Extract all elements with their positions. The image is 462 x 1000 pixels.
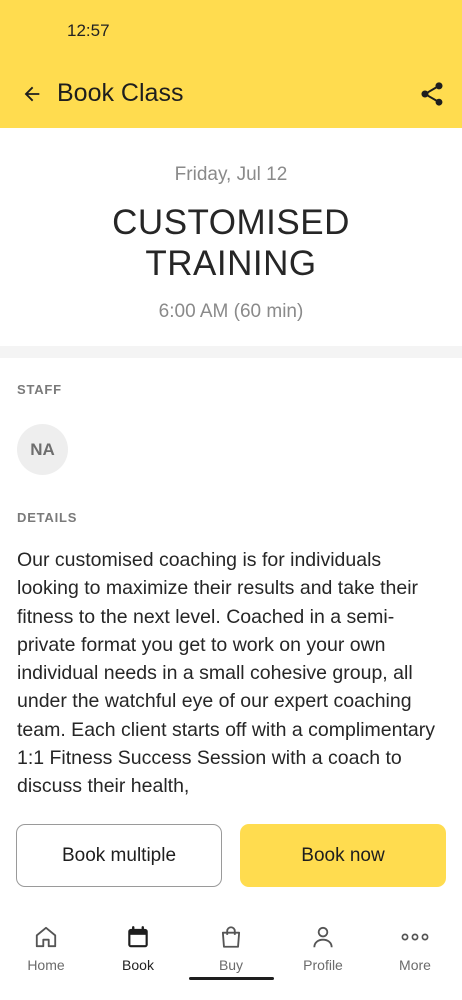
book-now-button[interactable]: Book now [240, 824, 446, 887]
book-multiple-button[interactable]: Book multiple [16, 824, 222, 887]
shopping-bag-icon [216, 922, 246, 952]
calendar-icon [123, 922, 153, 952]
app-bar: Book Class [0, 62, 462, 128]
share-button[interactable] [414, 76, 450, 112]
nav-label-book: Book [122, 957, 154, 973]
nav-item-more[interactable]: More [369, 922, 461, 982]
nav-item-profile[interactable]: Profile [277, 922, 369, 982]
section-divider [0, 346, 462, 358]
page-title: Book Class [57, 79, 184, 107]
nav-label-buy: Buy [218, 957, 244, 973]
arrow-left-icon [24, 86, 40, 102]
status-time: 12:57 [67, 21, 110, 40]
class-header: Friday, Jul 12 CUSTOMISED TRAINING 6:00 … [0, 128, 462, 346]
nav-item-home[interactable]: Home [0, 922, 92, 982]
class-time: 6:00 AM (60 min) [158, 301, 304, 322]
bottom-navigation: Home Book Buy Profile More [0, 912, 462, 1000]
class-name: CUSTOMISED TRAINING [112, 203, 350, 283]
back-button[interactable] [14, 76, 50, 112]
details-section-label: DETAILS [17, 510, 78, 525]
more-dots-icon [400, 922, 430, 952]
staff-avatar[interactable]: NA [17, 424, 68, 475]
home-indicator [189, 977, 274, 980]
nav-item-book[interactable]: Book [92, 922, 184, 982]
staff-section-label: STAFF [17, 382, 62, 397]
class-description: Our customised coaching is for individua… [17, 549, 435, 798]
nav-label-home: Home [27, 957, 65, 973]
nav-label-more: More [399, 957, 431, 973]
nav-item-buy[interactable]: Buy [185, 922, 277, 982]
nav-label-profile: Profile [303, 957, 343, 973]
share-icon [421, 82, 443, 106]
home-icon [31, 922, 61, 952]
person-icon [308, 922, 338, 952]
status-bar: 12:57 [0, 0, 462, 62]
class-date: Friday, Jul 12 [174, 164, 288, 185]
